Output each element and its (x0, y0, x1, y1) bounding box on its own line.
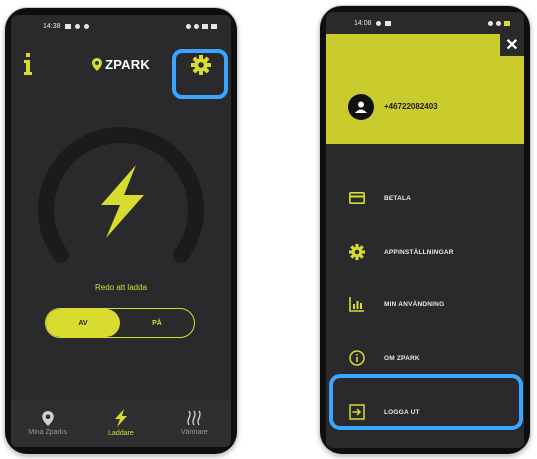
menu-label: BETALA (384, 194, 412, 202)
menu-item-om-zpark[interactable]: OM ZPARK (326, 344, 524, 372)
charge-status-text: Redo att ladda (94, 283, 148, 292)
nav-mina-zparks[interactable]: Mina Zparks (11, 399, 84, 447)
status-bar: 14:38 (11, 15, 231, 37)
toggle-on[interactable]: PÅ (120, 309, 194, 337)
menu-label: APPINSTÄLLNINGAR (384, 248, 454, 256)
nav-laddare[interactable]: Laddare (84, 399, 157, 447)
menu-item-min-anvandning[interactable]: MIN ANVÄNDNING (326, 290, 524, 318)
nav-label: Värmare (180, 429, 208, 436)
nav-varmare[interactable]: Värmare (158, 399, 231, 447)
user-icon (355, 101, 367, 113)
charge-toggle[interactable]: AV PÅ (45, 308, 195, 338)
status-bar: 14:08 (326, 12, 524, 34)
heat-waves-icon (187, 410, 202, 426)
card-icon (349, 192, 365, 204)
bottom-nav: Mina Zparks Laddare Värmare (11, 399, 231, 447)
menu-item-betala[interactable]: BETALA (326, 184, 524, 212)
lightning-icon (114, 409, 127, 427)
menu-label: OM ZPARK (384, 354, 420, 362)
nav-label: Mina Zparks (28, 428, 67, 436)
info-circle-icon (349, 350, 365, 366)
logout-highlight (329, 374, 523, 430)
status-time: 14:08 (354, 19, 372, 27)
toggle-off[interactable]: AV (46, 309, 120, 337)
lightning-icon (101, 165, 144, 238)
charge-gauge (38, 127, 204, 263)
location-pin-icon (41, 410, 54, 426)
avatar (348, 94, 374, 120)
profile-header: ✕ +46722082403 (326, 34, 524, 144)
gear-icon (349, 244, 365, 260)
nav-label: Laddare (108, 430, 134, 437)
menu-label: MIN ANVÄNDNING (384, 300, 445, 308)
location-pin-icon (92, 58, 103, 71)
close-button[interactable]: ✕ (500, 34, 524, 56)
menu-item-appinstallningar[interactable]: APPINSTÄLLNINGAR (326, 238, 524, 266)
status-time: 14:38 (43, 22, 61, 30)
bar-chart-icon (349, 297, 364, 312)
settings-highlight (172, 49, 228, 99)
location-label: ZPARK (105, 57, 150, 72)
phone-number: +46722082403 (384, 102, 438, 111)
